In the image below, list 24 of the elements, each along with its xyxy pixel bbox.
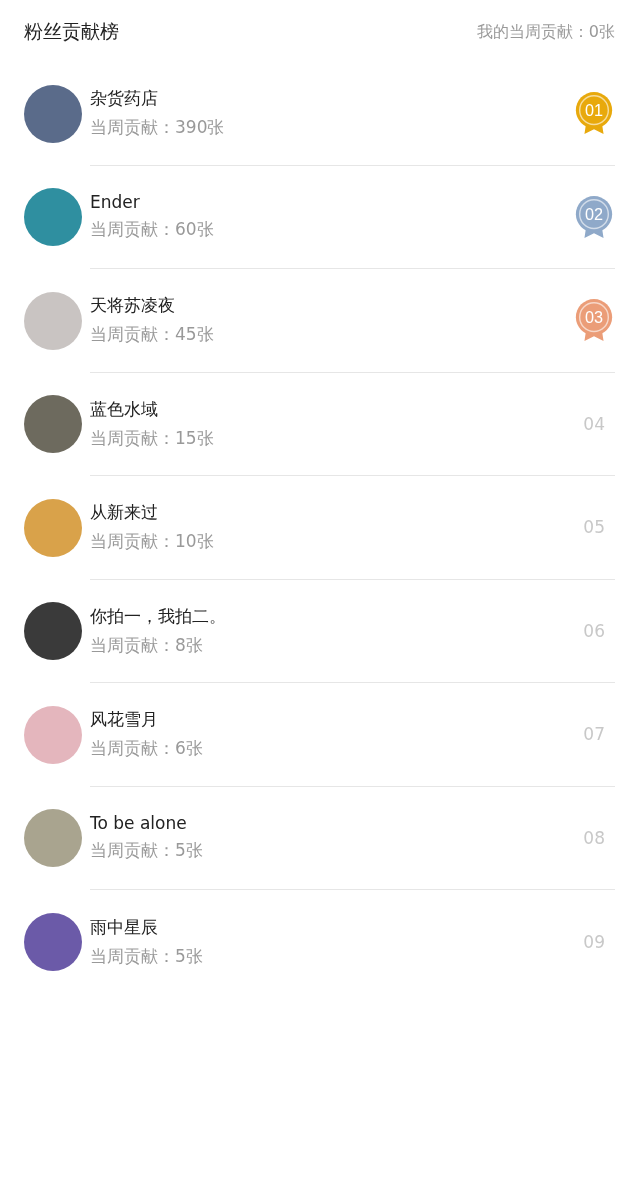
leaderboard-title: 粉丝贡献榜 — [24, 19, 119, 44]
fan-name: Ender — [90, 192, 141, 213]
fan-name: 蓝色水域 — [90, 397, 159, 421]
fan-name: 天将苏凌夜 — [90, 294, 176, 318]
avatar-photo-placeholder[interactable] — [24, 912, 82, 971]
weekly-contribution: 当周贡献：6张 — [90, 737, 203, 761]
weekly-contribution: 当周贡献：15张 — [90, 426, 214, 450]
fan-name: To be alone — [90, 813, 188, 834]
my-contribution: 我的当周贡献：0张 — [476, 21, 615, 43]
fan-name: 雨中星辰 — [90, 915, 159, 939]
fan-name: 从新来过 — [90, 501, 159, 525]
weekly-contribution: 当周贡献：390张 — [90, 116, 225, 140]
avatar-photo-placeholder[interactable] — [24, 84, 82, 143]
avatar-photo-placeholder[interactable] — [24, 395, 82, 454]
weekly-contribution: 当周贡献：60张 — [90, 218, 214, 242]
fan-name: 风花雪月 — [90, 708, 159, 732]
avatar-photo-placeholder[interactable] — [24, 602, 82, 661]
weekly-contribution: 当周贡献：5张 — [90, 839, 203, 863]
fan-name: 你拍一，我拍二。 — [90, 604, 226, 628]
fan-name: 杂货药店 — [90, 87, 159, 111]
weekly-contribution: 当周贡献：5张 — [90, 944, 203, 968]
weekly-contribution: 当周贡献：10张 — [90, 530, 214, 554]
weekly-contribution: 当周贡献：45张 — [90, 323, 214, 347]
weekly-contribution: 当周贡献：8张 — [90, 633, 204, 657]
